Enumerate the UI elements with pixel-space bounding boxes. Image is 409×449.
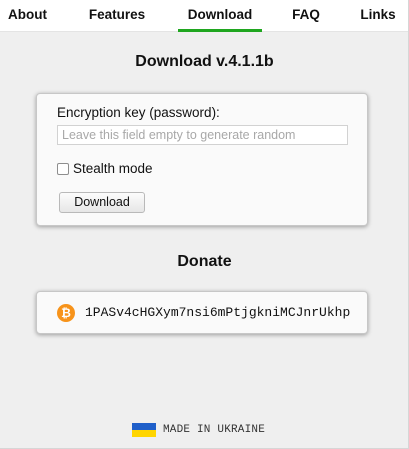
tab-faq[interactable]: FAQ: [283, 0, 329, 32]
bitcoin-address[interactable]: 1PASv4cHGXym7nsi6mPtjgkniMCJnrUkhp: [85, 305, 350, 320]
made-in-ukraine-text: MADE IN UKRAINE: [163, 424, 266, 436]
tab-features[interactable]: Features: [78, 0, 156, 32]
donate-heading: Donate: [177, 253, 232, 270]
page: About Features Download FAQ Links Downlo…: [0, 0, 409, 449]
top-nav: About Features Download FAQ Links: [0, 0, 408, 32]
tab-links[interactable]: Links: [352, 0, 404, 32]
stealth-mode-checkbox[interactable]: [57, 163, 69, 175]
encryption-key-input[interactable]: [57, 125, 348, 145]
donate-card: ₿ 1PASv4cHGXym7nsi6mPtjgkniMCJnrUkhp: [36, 291, 368, 334]
tab-about[interactable]: About: [0, 0, 55, 32]
tab-download[interactable]: Download: [178, 0, 262, 32]
ukraine-flag-icon: [132, 423, 156, 437]
encryption-key-label: Encryption key (password):: [57, 105, 220, 120]
download-button[interactable]: Download: [59, 192, 145, 213]
bitcoin-icon: ₿: [57, 304, 75, 322]
page-title: Download v.4.1.1b: [135, 53, 274, 70]
stealth-mode-label[interactable]: Stealth mode: [73, 161, 153, 176]
download-form-card: Encryption key (password): Stealth mode …: [36, 93, 368, 226]
